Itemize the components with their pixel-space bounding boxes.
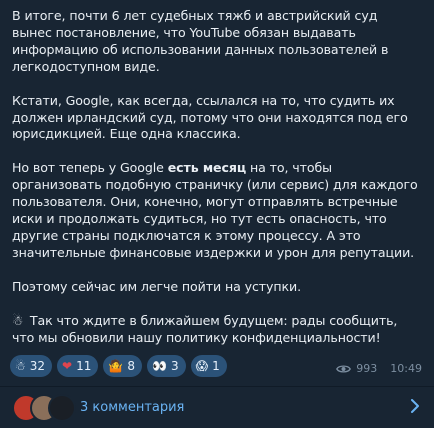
reaction-snowman[interactable]: ☃ 32	[10, 355, 53, 377]
snowman-icon: ☃	[15, 359, 26, 373]
paragraph-3: Но вот теперь у Google есть месяц на то,…	[12, 160, 420, 261]
reaction-count: 32	[29, 359, 46, 373]
paragraph-2: Кстати, Google, как всегда, ссылался на …	[12, 92, 408, 142]
message-bubble: В итоге, почти 6 лет судебных тяжб и авс…	[0, 0, 434, 428]
comments-button[interactable]: 3 комментария	[0, 387, 434, 428]
paragraph-3-start: Но вот теперь у Google	[12, 160, 168, 176]
reaction-heart[interactable]: ❤ 11	[57, 355, 99, 377]
paragraph-4: Поэтому сейчас им легче пойти на уступки…	[12, 278, 302, 294]
commenter-avatars	[12, 393, 76, 422]
paragraph-1: В итоге, почти 6 лет судебных тяжб и авс…	[12, 8, 389, 74]
message-text: В итоге, почти 6 лет судебных тяжб и авс…	[12, 8, 420, 364]
avatar	[48, 393, 76, 422]
paragraph-5-text: Так что ждите в ближайшем будущем: рады …	[12, 312, 398, 345]
eyes-icon: 👀	[151, 359, 167, 373]
reaction-count: 3	[170, 359, 179, 373]
shrug-icon: 🤷	[108, 359, 124, 373]
comments-label: 3 комментария	[80, 400, 185, 415]
heart-icon: ❤	[62, 359, 73, 373]
paragraph-3-bold: есть месяц	[167, 160, 247, 176]
scream-icon: 😱	[195, 359, 209, 373]
reaction-count: 11	[76, 359, 92, 373]
eye-icon	[336, 365, 352, 372]
view-count: 993	[356, 362, 378, 375]
message-time: 10:49	[390, 362, 422, 375]
reaction-count: 8	[127, 359, 135, 373]
reaction-eyes[interactable]: 👀 3	[146, 355, 186, 377]
reactions-bar: ☃ 32 ❤ 11 🤷 8 👀 3 😱 1	[10, 355, 227, 377]
paragraph-5: ☃ Так что ждите в ближайшем будущем: рад…	[12, 313, 420, 347]
reaction-shrug[interactable]: 🤷 8	[103, 355, 142, 377]
reaction-scream[interactable]: 😱 1	[190, 355, 227, 377]
snowman-icon: ☃	[12, 312, 24, 328]
reaction-count: 1	[212, 359, 220, 373]
message-meta: 993 10:49	[336, 362, 422, 375]
chevron-right-icon	[411, 399, 419, 413]
